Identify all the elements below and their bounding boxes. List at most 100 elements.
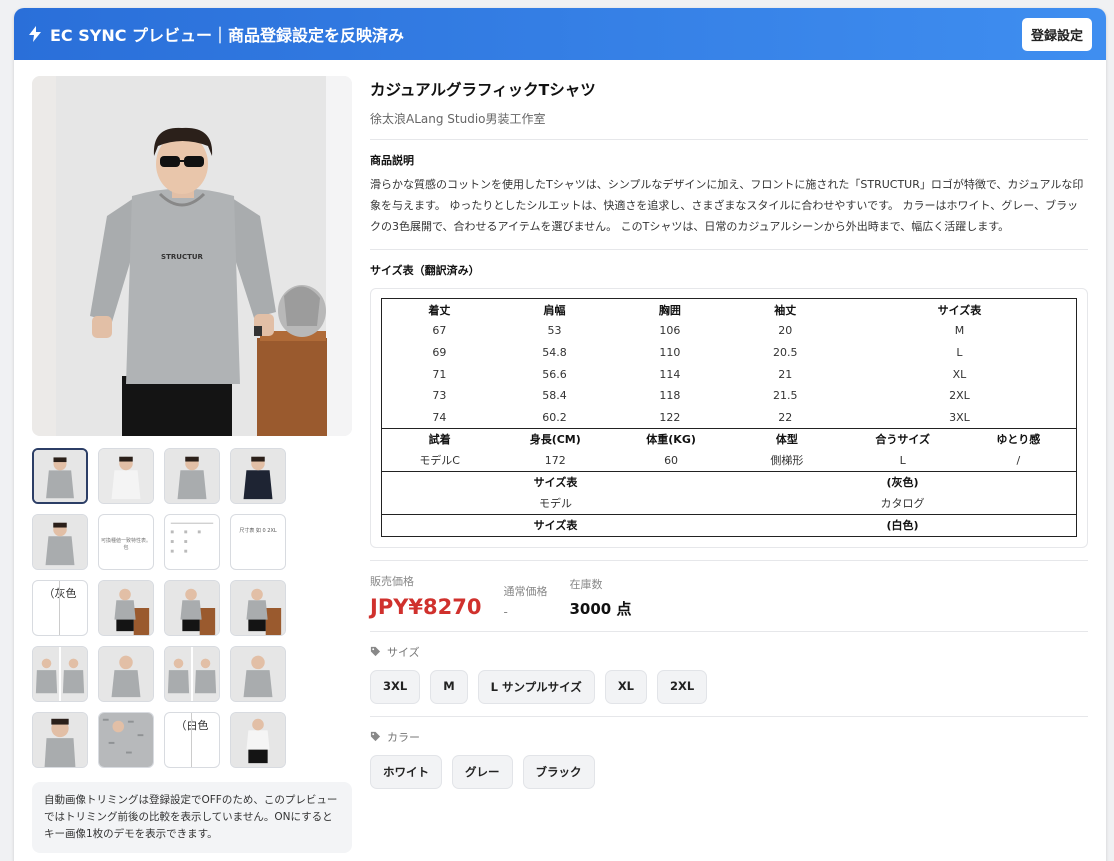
stock-label: 在庫数 xyxy=(569,577,603,591)
stock-value: 3000 点 xyxy=(569,599,632,618)
table-header-row: サイズ表 (灰色) xyxy=(382,471,1077,493)
thumbnail-9[interactable]: （灰色 xyxy=(32,580,88,636)
table-cell: 172 xyxy=(544,453,566,467)
thumbnail-6[interactable]: 可換種値一致特性表。包 xyxy=(98,514,154,570)
table-cell: モデルC xyxy=(419,454,460,468)
table-cell: 74 xyxy=(432,410,447,424)
table-row: 74 60.2 122 22 3XL xyxy=(382,406,1077,428)
thumb-photo xyxy=(165,581,219,635)
main-product-image[interactable]: STRUCTUR xyxy=(32,76,352,436)
shirt-logo-text: STRUCTUR xyxy=(161,253,203,261)
table-cell: XL xyxy=(952,367,967,381)
table-cell: M xyxy=(954,324,965,338)
table-cell: 56.6 xyxy=(542,367,567,381)
table-cell: 71 xyxy=(432,367,447,381)
divider xyxy=(370,139,1088,140)
thumbnail-2[interactable] xyxy=(98,448,154,504)
thumb-photo xyxy=(33,713,87,767)
size-chip-5[interactable]: 2XL xyxy=(657,669,708,704)
divider xyxy=(370,559,1088,561)
header-title-text: EC SYNC プレビュー｜商品登録設定を反映済み xyxy=(50,26,405,45)
thumbnail-11[interactable] xyxy=(164,580,220,636)
table-cell: 73 xyxy=(432,389,447,403)
registration-settings-button[interactable]: 登録設定 xyxy=(1021,17,1092,51)
price-row: 販売価格 JPY¥8270 通常価格 - 在庫数 3000 点 xyxy=(370,573,1088,619)
thumb-photo xyxy=(33,647,87,701)
thumb-photo xyxy=(99,449,153,503)
thumb-photo xyxy=(165,449,219,503)
product-title: カジュアルグラフィックTシャツ xyxy=(370,81,596,99)
color-chip-2[interactable]: グレー xyxy=(452,754,513,789)
table-cell: 21 xyxy=(778,367,793,381)
image-column: STRUCTUR 可換種値一致特性表。包 尺寸表 如 0 2XL （灰色 （白色… xyxy=(32,76,352,853)
table-cell: 118 xyxy=(659,389,681,403)
thumbnail-19[interactable]: （白色 xyxy=(164,712,220,768)
table-cell: L xyxy=(899,453,906,467)
divider xyxy=(370,715,1088,717)
table-cell: 3XL xyxy=(949,410,970,424)
thumbnail-15[interactable] xyxy=(164,646,220,702)
table-header-cell: サイズ表 xyxy=(937,303,982,317)
shop-name: 徐太浪ALang Studio男装工作室 xyxy=(370,112,546,126)
table-cell: 側梯形 xyxy=(770,454,804,468)
table-header-cell: 試着 xyxy=(428,433,451,447)
table-cell: 20 xyxy=(778,324,793,338)
thumbnail-7[interactable] xyxy=(164,514,220,570)
regular-price-block: 通常価格 - xyxy=(503,583,547,619)
table-cell: モデル xyxy=(539,497,572,511)
size-chip-4[interactable]: XL xyxy=(604,669,648,704)
thumbnail-4[interactable] xyxy=(230,448,286,504)
color-chip-group: ホワイト グレー ブラック xyxy=(370,754,1088,789)
thumbnail-5[interactable] xyxy=(32,514,88,570)
table-cell: 69 xyxy=(432,345,447,359)
tag-icon xyxy=(370,731,381,742)
thumbnail-20[interactable] xyxy=(230,712,286,768)
color-chip-3[interactable]: ブラック xyxy=(522,754,595,789)
table-header-row: 試着 身長(CM) 体重(KG) 体型 合うサイズ ゆとり感 xyxy=(382,428,1077,450)
thumb-photo xyxy=(33,515,87,569)
sale-price: JPY¥8270 xyxy=(370,594,482,619)
thumbnail-10[interactable] xyxy=(98,580,154,636)
table-header-cell: 肩幅 xyxy=(543,303,566,317)
table-cell: 114 xyxy=(659,367,681,381)
model-photo: STRUCTUR xyxy=(32,76,352,436)
thumb-divider xyxy=(59,581,60,635)
thumbnail-16[interactable] xyxy=(230,646,286,702)
size-chip-group: 3XL M L サンプルサイズ XL 2XL xyxy=(370,669,1088,704)
table-header-cell: 身長(CM) xyxy=(529,433,581,447)
thumbnail-1[interactable] xyxy=(32,448,88,504)
size-chip-2[interactable]: M xyxy=(430,669,468,704)
thumb-photo xyxy=(231,449,285,503)
thumbnail-3[interactable] xyxy=(164,448,220,504)
table-header-cell: (灰色) xyxy=(886,476,919,490)
thumbnail-13[interactable] xyxy=(32,646,88,702)
size-table-model: 試着 身長(CM) 体重(KG) 体型 合うサイズ ゆとり感 モデルC 172 60 側梯形 L / xyxy=(381,427,1077,472)
tag-icon xyxy=(370,646,381,657)
table-cell: 60 xyxy=(664,453,679,467)
divider xyxy=(370,630,1088,632)
size-table-container: 着丈 肩幅 胸囲 袖丈 サイズ表 67 53 106 20 M 69 54.8 110 20.5 L 71 56… xyxy=(370,288,1088,548)
thumbnail-14[interactable] xyxy=(98,646,154,702)
table-row: モデルC 172 60 側梯形 L / xyxy=(382,450,1077,472)
table-cell: 58.4 xyxy=(542,389,567,403)
color-chip-1[interactable]: ホワイト xyxy=(370,754,442,789)
size-chip-3[interactable]: L サンプルサイズ xyxy=(477,669,595,704)
size-chip-1[interactable]: 3XL xyxy=(370,669,421,704)
thumbnail-17[interactable] xyxy=(32,712,88,768)
description-label: 商品説明 xyxy=(370,154,414,167)
size-table-color-white: サイズ表 (白色) xyxy=(381,513,1077,537)
divider xyxy=(370,249,1088,250)
size-table-color-gray: サイズ表 (灰色) モデル カタログ xyxy=(381,470,1077,515)
thumbnail-8[interactable]: 尺寸表 如 0 2XL xyxy=(230,514,286,570)
table-cell: 21.5 xyxy=(773,389,798,403)
thumb-photo xyxy=(231,713,285,767)
trimming-note: 自動画像トリミングは登録設定でOFFのため、このプレビューではトリミング前後の比… xyxy=(32,782,352,853)
thumb-photo xyxy=(99,647,153,701)
thumb-photo xyxy=(99,581,153,635)
table-cell: 110 xyxy=(659,345,681,359)
thumbnail-12[interactable] xyxy=(230,580,286,636)
table-cell: 2XL xyxy=(949,389,970,403)
thumbnail-18[interactable] xyxy=(98,712,154,768)
table-cell: 53 xyxy=(547,324,562,338)
thumb-divider xyxy=(191,713,192,767)
